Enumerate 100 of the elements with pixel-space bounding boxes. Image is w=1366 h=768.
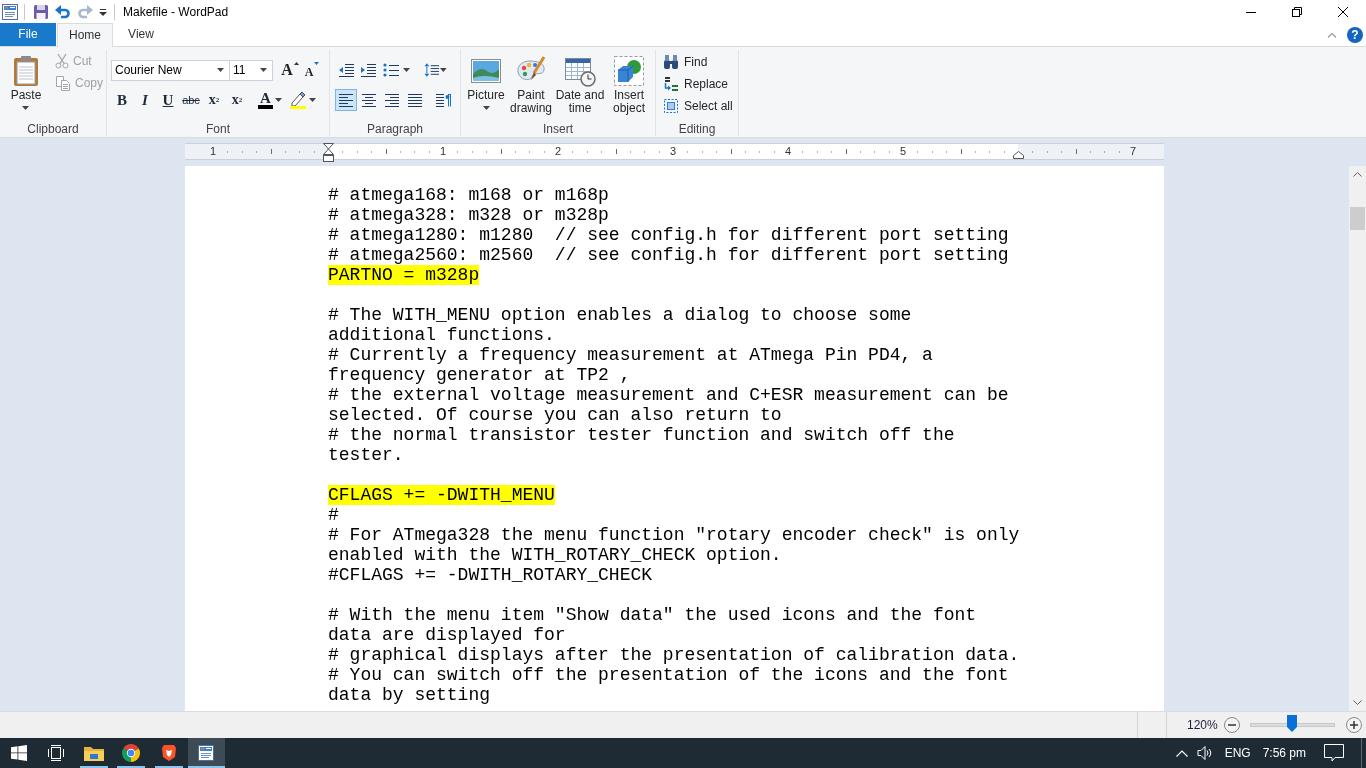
ruler-number: 1 bbox=[439, 144, 447, 159]
italic-button[interactable]: I bbox=[134, 89, 156, 111]
date-and-time-button[interactable]: Date and time bbox=[554, 50, 606, 120]
folder-icon bbox=[83, 745, 104, 761]
caret-icon bbox=[217, 68, 224, 72]
ruler-number: 1 bbox=[209, 144, 217, 159]
shrink-font-button[interactable]: A bbox=[302, 59, 322, 81]
caret-icon bbox=[260, 68, 267, 72]
window-title: Makefile - WordPad bbox=[123, 4, 229, 19]
ruler-number: 3 bbox=[669, 144, 677, 159]
scrollbar-thumb[interactable] bbox=[1350, 207, 1365, 230]
group-label: Editing bbox=[677, 122, 717, 136]
two-pages-icon bbox=[55, 75, 71, 91]
picture-button[interactable]: Picture bbox=[464, 50, 508, 120]
strikethrough-button[interactable]: abc bbox=[180, 89, 202, 111]
zoom-slider-thumb[interactable] bbox=[1287, 715, 1298, 732]
help-button[interactable]: ? bbox=[1347, 26, 1363, 43]
right-indent-marker-icon[interactable] bbox=[1013, 151, 1024, 159]
vertical-scrollbar[interactable] bbox=[1349, 166, 1366, 711]
plus-icon bbox=[1349, 721, 1358, 729]
close-icon bbox=[1338, 6, 1348, 17]
clock-text[interactable]: 7:56 pm bbox=[1262, 746, 1306, 760]
file-tab[interactable]: File bbox=[0, 23, 56, 46]
replace-button[interactable]: Replace bbox=[660, 73, 738, 95]
code-line: # atmega168: m168 or m168p bbox=[328, 185, 609, 205]
font-family-combobox[interactable]: Courier New bbox=[111, 59, 230, 81]
triangle-up-icon bbox=[293, 62, 299, 65]
indent-icon bbox=[360, 62, 376, 78]
triangle-down-icon bbox=[314, 62, 320, 65]
taskbar-app-button[interactable] bbox=[187, 738, 225, 768]
group-label: Font bbox=[205, 122, 231, 136]
code-line: # With the menu item "Show data" the used icons and the font data are displayed for bbox=[328, 605, 978, 645]
font-size-combobox[interactable]: 11 bbox=[229, 59, 273, 81]
grow-font-button[interactable]: A bbox=[280, 59, 300, 81]
binoculars-icon bbox=[663, 54, 679, 70]
group-label: Insert bbox=[542, 122, 574, 136]
zoom-level-text: 120% bbox=[1187, 718, 1218, 732]
dashed-square-icon bbox=[663, 98, 679, 114]
caret-icon bbox=[440, 68, 447, 72]
caret-icon bbox=[308, 98, 316, 102]
scroll-down-icon[interactable] bbox=[1353, 700, 1362, 705]
code-line: # bbox=[328, 505, 339, 525]
document-icon[interactable] bbox=[2, 3, 18, 20]
ruler-number: 7 bbox=[1129, 144, 1137, 159]
document-icon bbox=[198, 745, 215, 761]
code-line: # The WITH_MENU option enables a dialog to choose some additional functions. bbox=[328, 305, 913, 345]
code-line: #CFLAGS += -DWITH_ROTARY_CHECK bbox=[328, 565, 653, 585]
align-left-button[interactable] bbox=[335, 89, 357, 111]
caret-icon bbox=[22, 106, 30, 110]
paragraph-icon bbox=[435, 92, 451, 108]
code-line: # graphical displays after the presentation of calibration data. bbox=[328, 645, 1020, 665]
line-spacing-icon bbox=[424, 62, 440, 78]
minus-icon bbox=[1227, 724, 1236, 726]
code-line: # You can switch off the presentation of the icons and the font data by setting bbox=[328, 665, 1010, 705]
calendar-clock-icon bbox=[564, 55, 596, 87]
code-line: # the normal transistor tester function and switch off the tester. bbox=[328, 425, 956, 465]
bullet-list-icon bbox=[383, 62, 399, 78]
shield-icon bbox=[160, 744, 177, 762]
align-center-icon bbox=[361, 92, 377, 108]
find-button[interactable]: Find bbox=[660, 51, 738, 73]
ruler-number: 2 bbox=[554, 144, 562, 159]
select-all-button[interactable]: Select all bbox=[660, 95, 738, 117]
language-indicator[interactable]: ENG bbox=[1224, 746, 1251, 760]
align-left-icon bbox=[338, 92, 354, 108]
chevron-up-icon[interactable] bbox=[1175, 749, 1188, 757]
four-squares-icon bbox=[10, 745, 27, 761]
task-view-icon bbox=[47, 745, 66, 761]
highlight-button[interactable] bbox=[288, 89, 316, 111]
zoom-out-button[interactable] bbox=[1223, 717, 1240, 733]
group-label: Clipboard bbox=[26, 122, 80, 136]
ruler-number: 5 bbox=[899, 144, 907, 159]
tricolor-circle-icon bbox=[122, 744, 141, 762]
code-line: # Currently a frequency measurement at ATmega Pin PD4, a frequency generator at TP2 , bbox=[328, 345, 934, 385]
outdent-icon bbox=[338, 62, 354, 78]
group-label: Paragraph bbox=[365, 122, 424, 136]
speech-bubble-icon[interactable] bbox=[1324, 744, 1344, 762]
ruler-number: 4 bbox=[784, 144, 792, 159]
highlighter-icon bbox=[288, 91, 307, 109]
code-line: # atmega2560: m2560 // see config.h for different port setting bbox=[328, 245, 1009, 265]
ribbon-tab[interactable]: Home bbox=[57, 23, 113, 47]
chevron-up-icon bbox=[1327, 31, 1337, 38]
undo-arrow-icon bbox=[55, 4, 71, 19]
zoom-in-button[interactable] bbox=[1345, 717, 1362, 733]
ribbon-tab[interactable]: View bbox=[113, 23, 169, 46]
scissors-icon bbox=[55, 53, 69, 69]
indent-marker-icon[interactable] bbox=[323, 143, 334, 162]
caret-icon bbox=[274, 98, 282, 102]
caret-icon bbox=[482, 106, 490, 110]
restore-icon bbox=[1292, 6, 1302, 17]
bold-button[interactable]: B bbox=[111, 89, 133, 111]
paint-drawing-button[interactable]: Paint drawing bbox=[508, 50, 554, 120]
code-line: # For ATmega328 the menu function "rotary encoder check" is only enabled with the WITH_ROTARY_CHECK option. bbox=[328, 525, 1021, 565]
bar-caret-icon bbox=[99, 7, 107, 16]
speaker-icon[interactable] bbox=[1196, 746, 1213, 760]
paste-button[interactable]: Paste bbox=[5, 50, 47, 120]
font-color-button[interactable]: A bbox=[256, 89, 284, 111]
underline-button[interactable]: U bbox=[157, 89, 179, 111]
insert-object-button[interactable]: Insert object bbox=[606, 50, 652, 120]
scroll-up-icon[interactable] bbox=[1353, 172, 1362, 177]
caret-icon bbox=[403, 68, 410, 72]
